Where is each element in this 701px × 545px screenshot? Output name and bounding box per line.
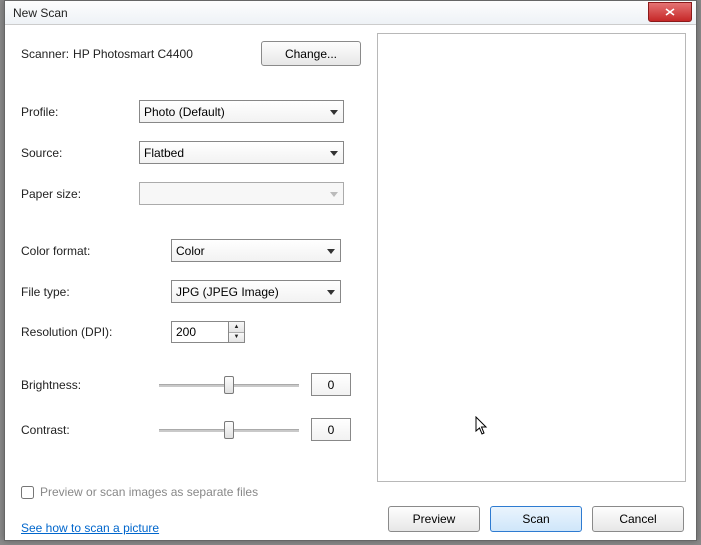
color-format-select[interactable]: Color	[171, 239, 341, 262]
resolution-down[interactable]: ▼	[229, 333, 244, 343]
separate-files-label: Preview or scan images as separate files	[40, 485, 258, 499]
source-label: Source:	[21, 146, 139, 160]
separate-files-checkbox[interactable]	[21, 486, 34, 499]
paper-size-label: Paper size:	[21, 187, 139, 201]
scanner-name: HP Photosmart C4400	[73, 47, 261, 61]
resolution-spinner[interactable]: ▲ ▼	[171, 321, 245, 343]
titlebar: New Scan	[5, 1, 696, 25]
resolution-up[interactable]: ▲	[229, 322, 244, 333]
contrast-label: Contrast:	[21, 423, 159, 437]
cancel-button[interactable]: Cancel	[592, 506, 684, 532]
contrast-slider[interactable]	[159, 420, 299, 440]
close-button[interactable]	[648, 2, 692, 22]
color-format-label: Color format:	[21, 244, 171, 258]
dialog-footer: Preview Scan Cancel	[17, 506, 684, 532]
scanner-label: Scanner:	[21, 47, 69, 61]
file-type-select[interactable]: JPG (JPEG Image)	[171, 280, 341, 303]
contrast-value[interactable]	[311, 418, 351, 441]
new-scan-dialog: New Scan Scanner: HP Photosmart C4400 Ch…	[4, 0, 697, 541]
profile-label: Profile:	[21, 105, 139, 119]
settings-panel: Scanner: HP Photosmart C4400 Change... P…	[5, 25, 377, 490]
window-title: New Scan	[13, 6, 68, 20]
brightness-label: Brightness:	[21, 378, 159, 392]
change-button[interactable]: Change...	[261, 41, 361, 66]
preview-pane	[377, 33, 686, 482]
preview-button[interactable]: Preview	[388, 506, 480, 532]
profile-select[interactable]: Photo (Default)	[139, 100, 344, 123]
scan-button[interactable]: Scan	[490, 506, 582, 532]
resolution-input[interactable]	[171, 321, 229, 343]
paper-size-select	[139, 182, 344, 205]
contrast-thumb[interactable]	[224, 421, 234, 439]
source-select[interactable]: Flatbed	[139, 141, 344, 164]
brightness-thumb[interactable]	[224, 376, 234, 394]
resolution-label: Resolution (DPI):	[21, 325, 171, 339]
brightness-slider[interactable]	[159, 375, 299, 395]
brightness-value[interactable]	[311, 373, 351, 396]
file-type-label: File type:	[21, 285, 171, 299]
